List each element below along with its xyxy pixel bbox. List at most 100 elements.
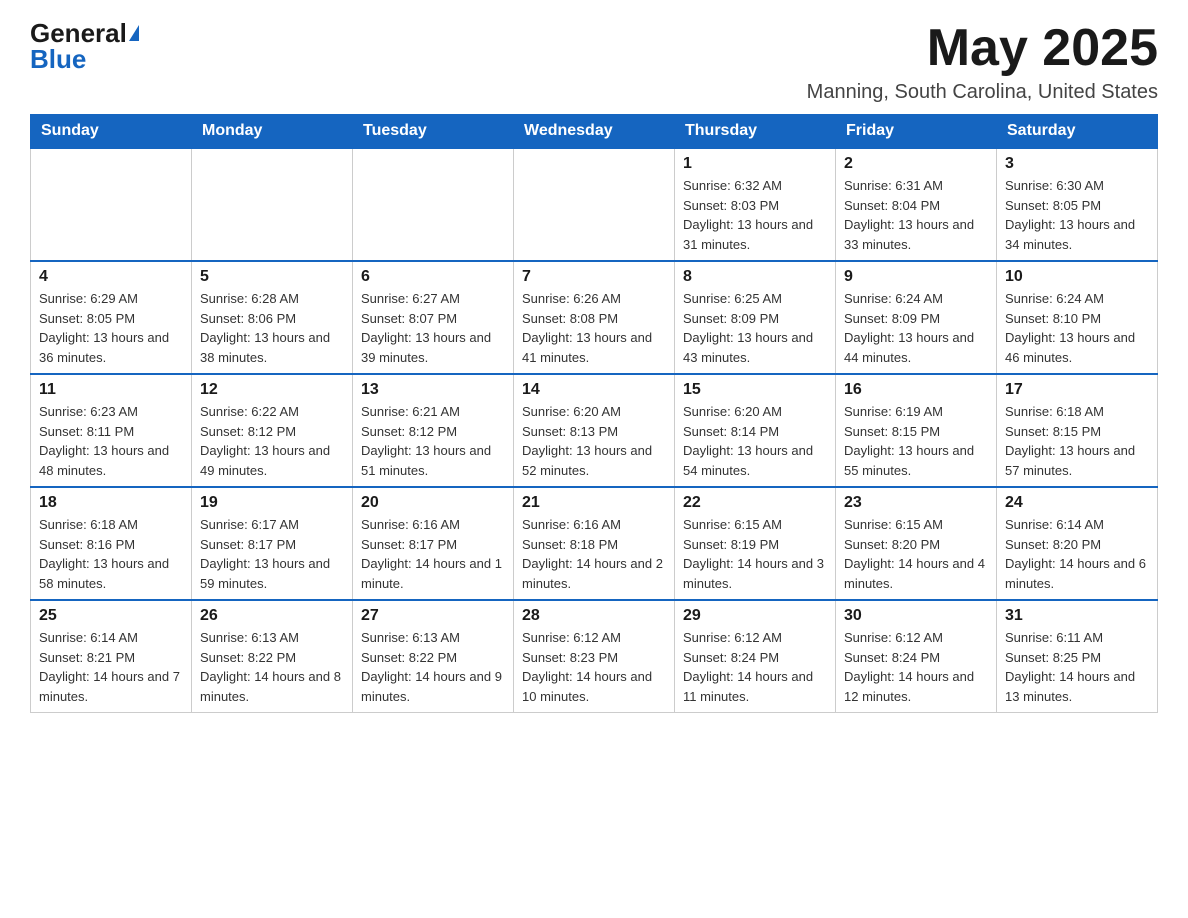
day-number: 18 [39, 494, 183, 512]
day-number: 7 [522, 268, 666, 286]
day-info: Sunrise: 6:15 AMSunset: 8:20 PMDaylight:… [844, 515, 988, 593]
day-info: Sunrise: 6:20 AMSunset: 8:13 PMDaylight:… [522, 402, 666, 480]
day-number: 11 [39, 381, 183, 399]
day-number: 29 [683, 607, 827, 625]
day-info: Sunrise: 6:16 AMSunset: 8:17 PMDaylight:… [361, 515, 505, 593]
calendar-cell: 11 Sunrise: 6:23 AMSunset: 8:11 PMDayligh… [31, 374, 192, 487]
calendar-week-1: 1 Sunrise: 6:32 AMSunset: 8:03 PMDaylight… [31, 149, 1158, 262]
calendar-cell: 16Sunrise: 6:19 AMSunset: 8:15 PMDayligh… [836, 374, 997, 487]
day-info: Sunrise: 6:31 AMSunset: 8:04 PMDaylight:… [844, 176, 988, 254]
day-number: 16 [844, 381, 988, 399]
calendar-cell: 3Sunrise: 6:30 AMSunset: 8:05 PMDaylight… [997, 149, 1158, 262]
day-info: Sunrise: 6:18 AMSunset: 8:16 PMDaylight:… [39, 515, 183, 593]
calendar-cell: 2 Sunrise: 6:31 AMSunset: 8:04 PMDaylight… [836, 149, 997, 262]
calendar-cell: 30 Sunrise: 6:12 AMSunset: 8:24 PMDayligh… [836, 600, 997, 713]
day-number: 26 [200, 607, 344, 625]
day-info: Sunrise: 6:24 AMSunset: 8:10 PMDaylight:… [1005, 289, 1149, 367]
calendar-cell: 12Sunrise: 6:22 AMSunset: 8:12 PMDayligh… [192, 374, 353, 487]
calendar-week-3: 11 Sunrise: 6:23 AMSunset: 8:11 PMDayligh… [31, 374, 1158, 487]
calendar-cell: 31Sunrise: 6:11 AMSunset: 8:25 PMDayligh… [997, 600, 1158, 713]
day-number: 25 [39, 607, 183, 625]
location-text: Manning, South Carolina, United States [807, 81, 1158, 104]
day-number: 4 [39, 268, 183, 286]
calendar-week-2: 4Sunrise: 6:29 AMSunset: 8:05 PMDaylight… [31, 261, 1158, 374]
calendar-cell [192, 149, 353, 262]
day-number: 19 [200, 494, 344, 512]
day-info: Sunrise: 6:25 AMSunset: 8:09 PMDaylight:… [683, 289, 827, 367]
day-number: 17 [1005, 381, 1149, 399]
day-number: 20 [361, 494, 505, 512]
day-number: 14 [522, 381, 666, 399]
day-header-saturday: Saturday [997, 114, 1158, 149]
day-number: 31 [1005, 607, 1149, 625]
day-number: 30 [844, 607, 988, 625]
logo-triangle-icon [129, 25, 139, 41]
page-header: General Blue May 2025 Manning, South Car… [30, 20, 1158, 104]
logo-blue-text: Blue [30, 46, 86, 72]
calendar-cell: 5 Sunrise: 6:28 AMSunset: 8:06 PMDaylight… [192, 261, 353, 374]
day-info: Sunrise: 6:24 AMSunset: 8:09 PMDaylight:… [844, 289, 988, 367]
day-number: 12 [200, 381, 344, 399]
day-info: Sunrise: 6:14 AMSunset: 8:20 PMDaylight:… [1005, 515, 1149, 593]
day-info: Sunrise: 6:12 AMSunset: 8:24 PMDaylight:… [683, 628, 827, 706]
calendar-table: SundayMondayTuesdayWednesdayThursdayFrid… [30, 114, 1158, 713]
calendar-cell: 20 Sunrise: 6:16 AMSunset: 8:17 PMDayligh… [353, 487, 514, 600]
day-number: 21 [522, 494, 666, 512]
day-header-wednesday: Wednesday [514, 114, 675, 149]
month-title: May 2025 [807, 20, 1158, 77]
day-number: 6 [361, 268, 505, 286]
calendar-cell: 22 Sunrise: 6:15 AMSunset: 8:19 PMDayligh… [675, 487, 836, 600]
day-number: 22 [683, 494, 827, 512]
day-info: Sunrise: 6:28 AMSunset: 8:06 PMDaylight:… [200, 289, 344, 367]
day-number: 15 [683, 381, 827, 399]
logo-general-text: General [30, 20, 127, 46]
calendar-cell: 19 Sunrise: 6:17 AMSunset: 8:17 PMDayligh… [192, 487, 353, 600]
day-info: Sunrise: 6:12 AMSunset: 8:24 PMDaylight:… [844, 628, 988, 706]
day-number: 9 [844, 268, 988, 286]
calendar-cell: 17 Sunrise: 6:18 AMSunset: 8:15 PMDayligh… [997, 374, 1158, 487]
calendar-cell: 14 Sunrise: 6:20 AMSunset: 8:13 PMDayligh… [514, 374, 675, 487]
calendar-cell: 24Sunrise: 6:14 AMSunset: 8:20 PMDayligh… [997, 487, 1158, 600]
day-info: Sunrise: 6:27 AMSunset: 8:07 PMDaylight:… [361, 289, 505, 367]
day-number: 27 [361, 607, 505, 625]
calendar-cell: 21 Sunrise: 6:16 AMSunset: 8:18 PMDayligh… [514, 487, 675, 600]
day-number: 5 [200, 268, 344, 286]
logo-general-line: General [30, 20, 139, 46]
calendar-cell: 27Sunrise: 6:13 AMSunset: 8:22 PMDayligh… [353, 600, 514, 713]
day-info: Sunrise: 6:21 AMSunset: 8:12 PMDaylight:… [361, 402, 505, 480]
calendar-cell: 29 Sunrise: 6:12 AMSunset: 8:24 PMDayligh… [675, 600, 836, 713]
day-number: 13 [361, 381, 505, 399]
day-header-friday: Friday [836, 114, 997, 149]
calendar-cell: 1 Sunrise: 6:32 AMSunset: 8:03 PMDaylight… [675, 149, 836, 262]
day-number: 23 [844, 494, 988, 512]
calendar-cell: 25 Sunrise: 6:14 AMSunset: 8:21 PMDayligh… [31, 600, 192, 713]
day-info: Sunrise: 6:16 AMSunset: 8:18 PMDaylight:… [522, 515, 666, 593]
day-number: 2 [844, 155, 988, 173]
calendar-cell: 26Sunrise: 6:13 AMSunset: 8:22 PMDayligh… [192, 600, 353, 713]
logo: General Blue [30, 20, 139, 72]
day-info: Sunrise: 6:18 AMSunset: 8:15 PMDaylight:… [1005, 402, 1149, 480]
day-info: Sunrise: 6:17 AMSunset: 8:17 PMDaylight:… [200, 515, 344, 593]
day-number: 1 [683, 155, 827, 173]
calendar-cell: 8 Sunrise: 6:25 AMSunset: 8:09 PMDaylight… [675, 261, 836, 374]
day-info: Sunrise: 6:12 AMSunset: 8:23 PMDaylight:… [522, 628, 666, 706]
day-info: Sunrise: 6:15 AMSunset: 8:19 PMDaylight:… [683, 515, 827, 593]
day-info: Sunrise: 6:32 AMSunset: 8:03 PMDaylight:… [683, 176, 827, 254]
day-header-thursday: Thursday [675, 114, 836, 149]
day-info: Sunrise: 6:23 AMSunset: 8:11 PMDaylight:… [39, 402, 183, 480]
calendar-cell: 7Sunrise: 6:26 AMSunset: 8:08 PMDaylight… [514, 261, 675, 374]
logo-blue-line: Blue [30, 46, 86, 72]
calendar-week-5: 25 Sunrise: 6:14 AMSunset: 8:21 PMDayligh… [31, 600, 1158, 713]
day-header-sunday: Sunday [31, 114, 192, 149]
day-number: 3 [1005, 155, 1149, 173]
day-info: Sunrise: 6:20 AMSunset: 8:14 PMDaylight:… [683, 402, 827, 480]
calendar-header-row: SundayMondayTuesdayWednesdayThursdayFrid… [31, 114, 1158, 149]
calendar-cell [31, 149, 192, 262]
day-number: 28 [522, 607, 666, 625]
day-info: Sunrise: 6:14 AMSunset: 8:21 PMDaylight:… [39, 628, 183, 706]
calendar-cell: 10Sunrise: 6:24 AMSunset: 8:10 PMDayligh… [997, 261, 1158, 374]
title-section: May 2025 Manning, South Carolina, United… [807, 20, 1158, 104]
day-number: 8 [683, 268, 827, 286]
calendar-cell [353, 149, 514, 262]
calendar-cell: 9 Sunrise: 6:24 AMSunset: 8:09 PMDaylight… [836, 261, 997, 374]
